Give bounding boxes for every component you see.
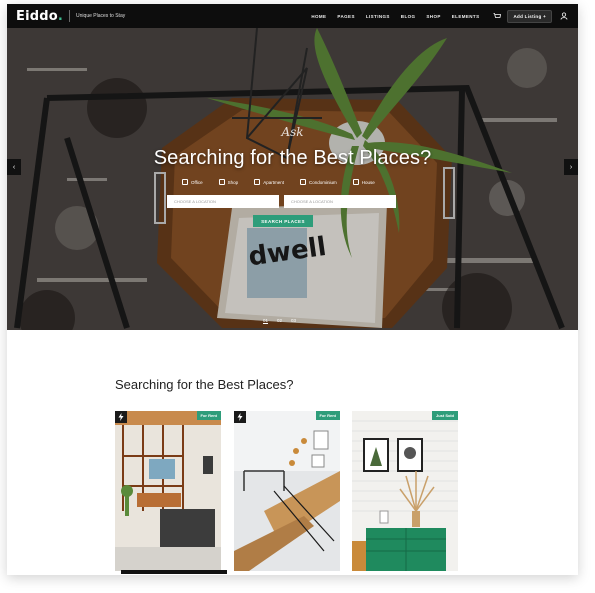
- office-icon: [182, 179, 188, 185]
- listing-card[interactable]: For Rent: [115, 411, 221, 571]
- hero-title: Searching for the Best Places?: [153, 147, 432, 169]
- category-label: Office: [191, 179, 203, 185]
- status-badge: For Rent: [196, 411, 221, 420]
- bolt-icon: [115, 411, 127, 423]
- nav-shop[interactable]: SHOP: [426, 14, 440, 19]
- user-icon[interactable]: [560, 12, 568, 20]
- listing-image: [115, 411, 221, 571]
- top-navigation-bar: Eiddo. Unique Places to Stay HOME PAGES …: [7, 4, 578, 28]
- main-nav: HOME PAGES LISTINGS BLOG SHOP ELEMENTS: [311, 14, 479, 19]
- category-filters: Office Shop Apartment Condominium House: [182, 179, 375, 185]
- search-places-button[interactable]: SEARCH PLACES: [253, 215, 313, 227]
- location-input-right[interactable]: CHOOSE A LOCATION: [284, 195, 396, 208]
- category-shop[interactable]: Shop: [218, 179, 239, 185]
- category-office[interactable]: Office: [182, 179, 203, 185]
- category-label: Apartment: [263, 179, 284, 185]
- category-apartment[interactable]: Apartment: [254, 179, 284, 185]
- nav-blog[interactable]: BLOG: [401, 14, 416, 19]
- listing-image: [352, 411, 458, 571]
- category-house[interactable]: House: [352, 179, 375, 185]
- listing-image: [234, 411, 340, 571]
- nav-pages[interactable]: PAGES: [337, 14, 354, 19]
- page-frame: Eiddo. Unique Places to Stay HOME PAGES …: [7, 4, 578, 575]
- listing-card[interactable]: For Rent: [234, 411, 340, 571]
- category-label: House: [361, 179, 375, 185]
- slide-02[interactable]: 02: [277, 318, 282, 324]
- section-title: Searching for the Best Places?: [115, 377, 294, 392]
- category-label: Shop: [227, 179, 239, 185]
- card-shadow: [121, 570, 227, 574]
- slide-03[interactable]: 03: [291, 318, 296, 324]
- logo-divider: [69, 10, 71, 22]
- category-label: Condominium: [308, 179, 337, 185]
- location-input-left[interactable]: CHOOSE A LOCATION: [167, 195, 279, 208]
- listing-card[interactable]: Just Sold: [352, 411, 458, 571]
- slide-01[interactable]: 01: [263, 318, 269, 324]
- shop-icon: [218, 179, 225, 185]
- hero-script-text: Ask: [281, 125, 304, 139]
- condominium-icon: [299, 179, 306, 185]
- house-icon: [352, 179, 359, 185]
- category-condominium[interactable]: Condominium: [299, 179, 337, 185]
- tagline: Unique Places to Stay: [76, 13, 126, 19]
- status-badge: Just Sold: [431, 411, 458, 420]
- slide-pagination: 01 02 03: [263, 318, 296, 324]
- nav-home[interactable]: HOME: [311, 14, 326, 19]
- logo[interactable]: Eiddo.: [16, 9, 63, 24]
- status-badge: For Rent: [315, 411, 340, 420]
- bolt-icon: [234, 411, 246, 423]
- cart-icon[interactable]: [493, 13, 502, 19]
- nav-listings[interactable]: LISTINGS: [366, 14, 390, 19]
- nav-elements[interactable]: ELEMENTS: [452, 14, 480, 19]
- add-listing-button[interactable]: Add Listing +: [507, 9, 552, 23]
- apartment-icon: [254, 179, 261, 185]
- hero-banner: dwell ‹ › Ask Searching for the Best Pla…: [7, 28, 578, 330]
